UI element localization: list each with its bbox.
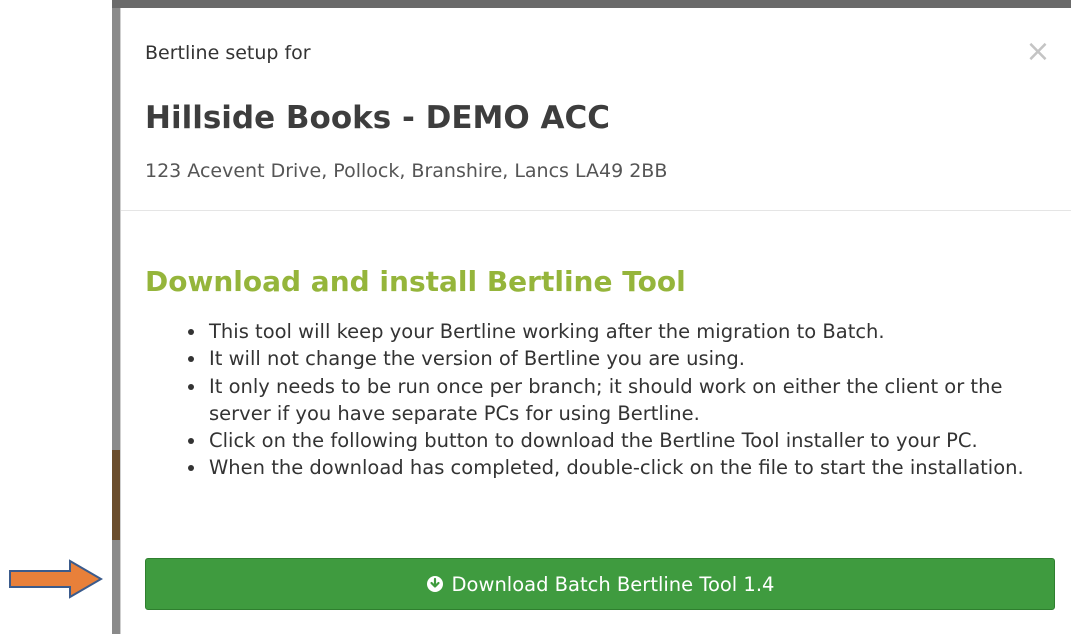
company-address: 123 Acevent Drive, Pollock, Branshire, L… — [145, 160, 668, 182]
instruction-item: It will not change the version of Bertli… — [207, 345, 1067, 372]
setup-label: Bertline setup for — [145, 42, 311, 64]
circle-arrow-down-icon — [426, 576, 443, 592]
company-name: Hillside Books - DEMO ACC — [145, 100, 611, 136]
arrow-right-icon — [9, 559, 103, 599]
instruction-item: Click on the following button to downloa… — [207, 427, 1067, 454]
instruction-item: It only needs to be run once per branch;… — [207, 373, 1067, 428]
instruction-item: When the download has completed, double-… — [207, 454, 1067, 481]
instruction-list: This tool will keep your Bertline workin… — [183, 318, 1067, 482]
instruction-item: This tool will keep your Bertline workin… — [207, 318, 1067, 345]
setup-modal: Bertline setup for × Hillside Books - DE… — [120, 8, 1071, 634]
download-button-label: Download Batch Bertline Tool 1.4 — [451, 572, 775, 596]
page-backdrop — [0, 0, 1071, 634]
section-title: Download and install Bertline Tool — [145, 265, 686, 298]
backdrop-strip — [112, 8, 120, 634]
download-button[interactable]: Download Batch Bertline Tool 1.4 — [145, 558, 1055, 610]
backdrop-patch — [112, 450, 120, 540]
close-icon[interactable]: × — [1022, 36, 1054, 68]
backdrop-frame-top — [112, 0, 1071, 8]
modal-header: Bertline setup for × Hillside Books - DE… — [121, 8, 1071, 211]
